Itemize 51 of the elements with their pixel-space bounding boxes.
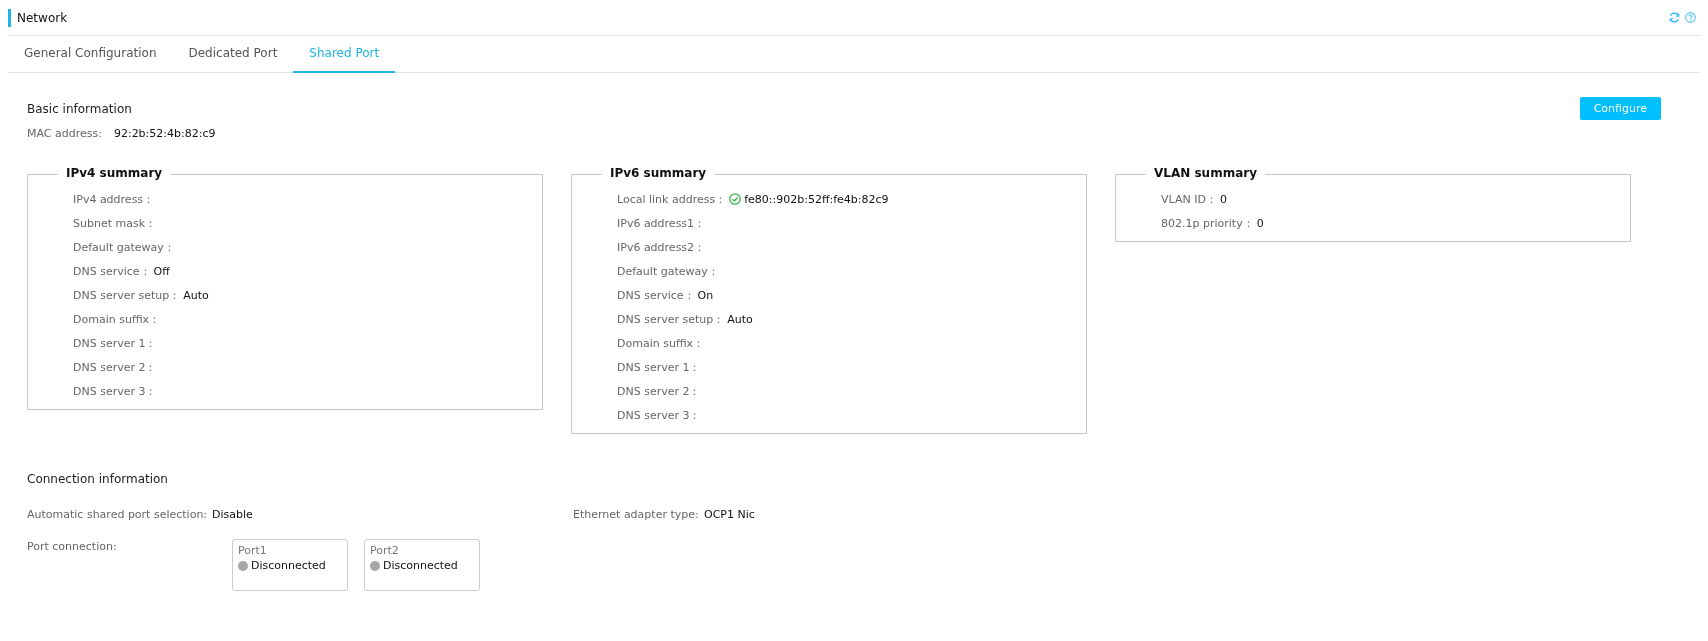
field-label: DNS server 2： bbox=[617, 383, 701, 399]
field-label: MAC address: bbox=[27, 127, 102, 140]
field-value: OCP1 Nic bbox=[704, 508, 755, 521]
port-name: Port2 bbox=[370, 544, 400, 557]
section-heading: Connection information bbox=[27, 472, 169, 486]
field-value: 92:2b:52:4b:82:c9 bbox=[113, 127, 216, 140]
field-label: VLAN ID： bbox=[1161, 191, 1217, 207]
field-label: IPv4 address： bbox=[73, 191, 155, 207]
accent-bar bbox=[8, 8, 11, 27]
field-label: DNS service： bbox=[617, 287, 695, 303]
field-label: 802.1p priority： bbox=[1161, 215, 1254, 231]
tab[interactable]: Dedicated Port bbox=[172, 36, 294, 73]
field-value: Off bbox=[153, 264, 170, 278]
refresh-icon[interactable] bbox=[1669, 12, 1680, 23]
field-value: 0 bbox=[1219, 192, 1227, 206]
field-label: DNS server 3： bbox=[617, 407, 701, 423]
field-label: IPv6 address2： bbox=[617, 239, 706, 255]
field-label: DNS server 2： bbox=[73, 359, 157, 375]
field-value: fe80::902b:52ff:fe4b:82c9 bbox=[744, 192, 889, 206]
field-label: IPv6 address1： bbox=[617, 215, 706, 231]
help-icon[interactable] bbox=[1685, 12, 1696, 23]
field-label: Automatic shared port selection: bbox=[27, 508, 209, 521]
field-label: DNS server 1： bbox=[617, 359, 701, 375]
field-label: Default gateway： bbox=[617, 263, 719, 279]
port-status: Disconnected bbox=[383, 559, 458, 572]
field-value: Disable bbox=[212, 508, 253, 521]
check-circle-icon bbox=[729, 193, 742, 205]
section-heading: Basic information bbox=[27, 101, 132, 116]
field-label: Domain suffix： bbox=[617, 335, 705, 351]
field-label: Default gateway： bbox=[73, 239, 175, 255]
field-value: Auto bbox=[183, 288, 209, 302]
field-value: 0 bbox=[1256, 216, 1264, 230]
field-label: DNS server 3： bbox=[73, 383, 157, 399]
port-status: Disconnected bbox=[251, 559, 326, 572]
field-label: Ethernet adapter type: bbox=[573, 508, 700, 521]
field-label: DNS server setup： bbox=[73, 287, 181, 303]
page-title: Network bbox=[17, 10, 68, 25]
field-label: Local link address： bbox=[617, 191, 727, 207]
field-label: Subnet mask： bbox=[73, 215, 157, 231]
port-name: Port1 bbox=[238, 544, 268, 557]
field-label: Port connection: bbox=[27, 540, 118, 553]
panel-title: IPv6 summary bbox=[602, 166, 715, 180]
field-value: Auto bbox=[727, 312, 753, 326]
field-label: DNS service： bbox=[73, 263, 151, 279]
tab[interactable]: General Configuration bbox=[16, 36, 173, 73]
field-value: On bbox=[697, 288, 714, 302]
field-label: DNS server setup： bbox=[617, 311, 725, 327]
field-label: DNS server 1： bbox=[73, 335, 157, 351]
panel-title: VLAN summary bbox=[1146, 166, 1265, 180]
panel-title: IPv4 summary bbox=[58, 166, 171, 180]
field-label: Domain suffix： bbox=[73, 311, 161, 327]
